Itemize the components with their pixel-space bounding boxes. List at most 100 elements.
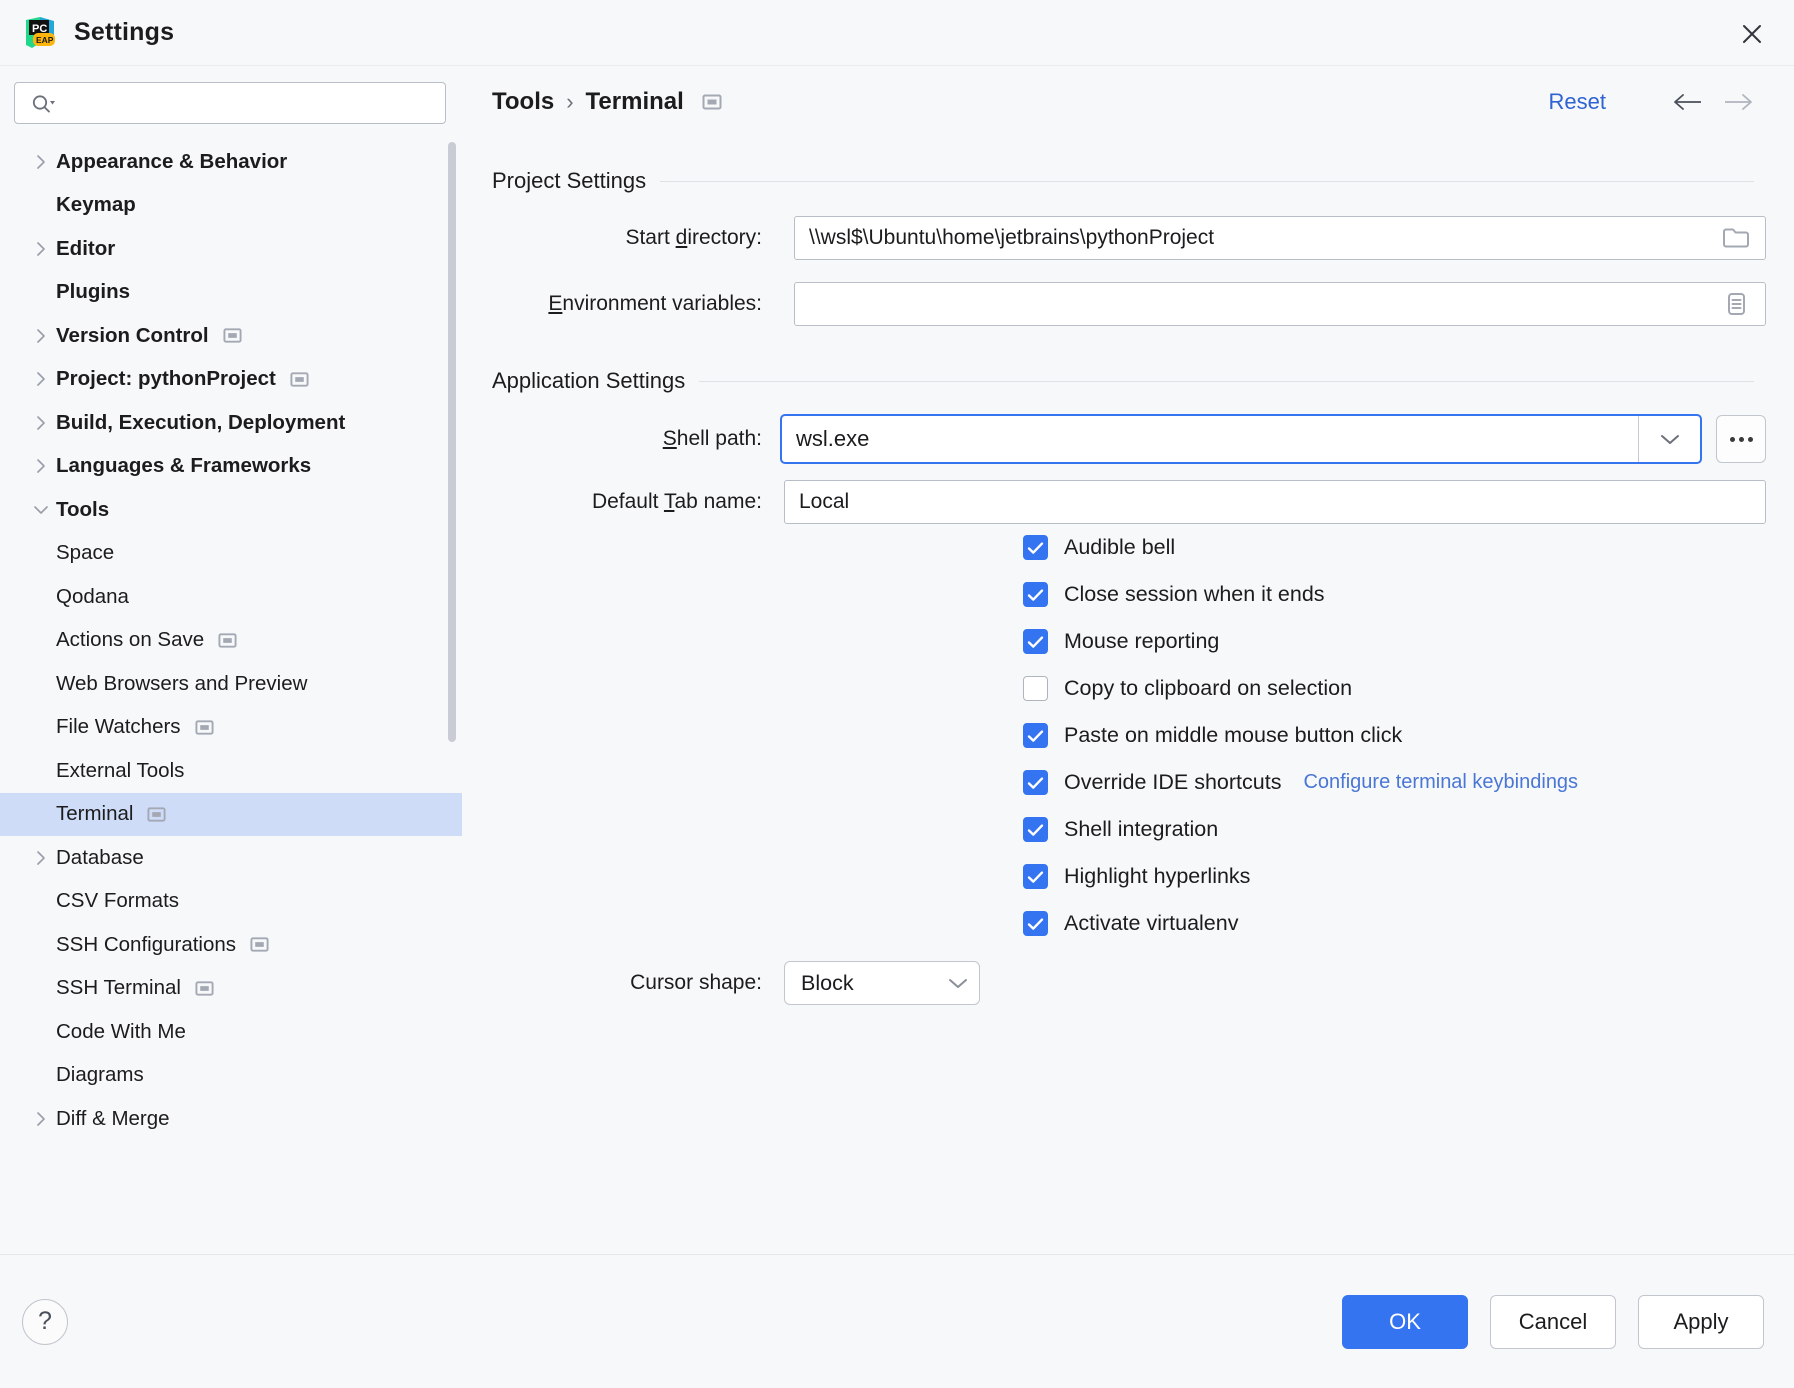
cursor-shape-value: Block (801, 970, 854, 995)
sidebar-item-plugins[interactable]: Plugins (0, 271, 462, 315)
cursor-shape-label: Cursor shape: (630, 971, 762, 994)
sidebar-item-editor[interactable]: Editor (0, 227, 462, 271)
sidebar-item-label: Version Control (56, 323, 209, 347)
checkbox-checked[interactable] (1023, 864, 1048, 889)
sidebar-item-diagrams[interactable]: Diagrams (0, 1054, 462, 1098)
cancel-button[interactable]: Cancel (1490, 1294, 1616, 1349)
checkbox-row-highlight-hyperlinks[interactable]: Highlight hyperlinks (492, 853, 1794, 900)
close-icon[interactable] (1732, 14, 1772, 54)
help-icon[interactable]: ? (22, 1298, 68, 1345)
chevron-right-icon[interactable] (26, 241, 56, 257)
sidebar-item-label: File Watchers (56, 715, 181, 739)
svg-text:EAP: EAP (36, 35, 54, 45)
sidebar-item-ssh-terminal[interactable]: SSH Terminal (0, 967, 462, 1011)
checkbox-row-shell-integration[interactable]: Shell integration (492, 806, 1794, 853)
sidebar-item-file-watchers[interactable]: File Watchers (0, 706, 462, 750)
shell-path-browse-button[interactable] (1716, 415, 1766, 463)
checkbox-checked[interactable] (1023, 535, 1048, 560)
checkbox-checked[interactable] (1023, 911, 1048, 936)
sidebar-item-actions-on-save[interactable]: Actions on Save (0, 619, 462, 663)
default-tab-name-field[interactable]: Local (784, 480, 1766, 524)
sidebar-item-project-pythonproject[interactable]: Project: pythonProject (0, 358, 462, 402)
sidebar-item-keymap[interactable]: Keymap (0, 184, 462, 228)
search-input[interactable] (31, 92, 445, 114)
folder-icon[interactable] (1721, 225, 1757, 251)
checkbox-label: Highlight hyperlinks (1064, 864, 1251, 888)
checkbox-unchecked[interactable] (1023, 676, 1048, 701)
project-scope-icon (223, 326, 242, 345)
start-directory-label: Start directory: (625, 226, 762, 249)
project-scope-icon (702, 92, 722, 112)
chevron-right-icon[interactable] (26, 328, 56, 344)
shell-path-value: wsl.exe (796, 426, 870, 451)
checkbox-checked[interactable] (1023, 629, 1048, 654)
sidebar-item-tools[interactable]: Tools (0, 488, 462, 532)
chevron-right-icon[interactable] (26, 154, 56, 170)
sidebar-item-qodana[interactable]: Qodana (0, 575, 462, 619)
cursor-shape-select[interactable]: Block (784, 961, 980, 1005)
checkbox-label: Override IDE shortcuts (1064, 770, 1282, 794)
start-directory-field[interactable]: \\wsl$\Ubuntu\home\jetbrains\pythonProje… (794, 216, 1766, 260)
settings-tree[interactable]: Appearance & Behavior Keymap Editor Plugins… (0, 134, 462, 1320)
sidebar-item-space[interactable]: Space (0, 532, 462, 576)
sidebar-item-label: Web Browsers and Preview (56, 671, 308, 695)
chevron-right-icon[interactable] (26, 850, 56, 866)
chevron-down-icon[interactable] (26, 502, 56, 518)
chevron-down-icon (947, 971, 969, 996)
sidebar-item-appearance-behavior[interactable]: Appearance & Behavior (0, 140, 462, 184)
checkbox-label: Paste on middle mouse button click (1064, 723, 1403, 747)
sidebar-item-build-execution-deployment[interactable]: Build, Execution, Deployment (0, 401, 462, 445)
checkbox-row-paste-on-middle-mouse-button-click[interactable]: Paste on middle mouse button click (492, 712, 1794, 759)
search-box[interactable] (14, 82, 446, 124)
project-scope-icon (218, 631, 237, 650)
environment-variables-field[interactable] (794, 282, 1766, 326)
environment-variables-label: Environment variables: (548, 292, 762, 315)
sidebar-item-csv-formats[interactable]: CSV Formats (0, 880, 462, 924)
checkbox-row-audible-bell[interactable]: Audible bell (492, 524, 1794, 571)
chevron-right-icon[interactable] (26, 458, 56, 474)
arrow-left-icon[interactable] (1666, 82, 1710, 122)
ellipsis-dot (1738, 436, 1744, 442)
sidebar-item-version-control[interactable]: Version Control (0, 314, 462, 358)
project-settings-title: Project Settings (492, 168, 647, 193)
sidebar-item-ssh-configurations[interactable]: SSH Configurations (0, 923, 462, 967)
sidebar-item-label: Actions on Save (56, 628, 205, 652)
checkbox-row-copy-to-clipboard-on-selection[interactable]: Copy to clipboard on selection (492, 665, 1794, 712)
checkbox-row-activate-virtualenv[interactable]: Activate virtualenv (492, 900, 1794, 947)
checkbox-checked[interactable] (1023, 723, 1048, 748)
sidebar-item-terminal[interactable]: Terminal (0, 792, 462, 836)
checkbox-checked[interactable] (1023, 770, 1048, 795)
start-directory-row: Start directory: \\wsl$\Ubuntu\home\jetb… (492, 216, 1794, 260)
chevron-right-icon[interactable] (26, 1111, 56, 1127)
breadcrumb-root[interactable]: Tools (492, 88, 554, 116)
sidebar-item-label: Build, Execution, Deployment (56, 410, 346, 434)
sidebar-item-database[interactable]: Database (0, 836, 462, 880)
sidebar-item-web-browsers-and-preview[interactable]: Web Browsers and Preview (0, 662, 462, 706)
shell-path-combobox[interactable]: wsl.exe (780, 414, 1702, 464)
sidebar-item-label: Languages & Frameworks (56, 454, 312, 478)
list-edit-icon[interactable] (1721, 290, 1757, 318)
chevron-right-icon[interactable] (26, 415, 56, 431)
sidebar-item-label: Code With Me (56, 1019, 186, 1043)
checkbox-checked[interactable] (1023, 582, 1048, 607)
ok-button[interactable]: OK (1342, 1294, 1468, 1349)
dialog-body: Appearance & Behavior Keymap Editor Plugins… (0, 66, 1794, 1320)
shell-path-label: Shell path: (662, 427, 762, 450)
sidebar-item-external-tools[interactable]: External Tools (0, 749, 462, 793)
checkbox-row-mouse-reporting[interactable]: Mouse reporting (492, 618, 1794, 665)
chevron-down-icon[interactable] (1638, 416, 1700, 462)
sidebar-item-code-with-me[interactable]: Code With Me (0, 1010, 462, 1054)
default-tab-name-value: Local (799, 490, 850, 513)
checkbox-label: Shell integration (1064, 817, 1219, 841)
dialog-footer: ? OK Cancel Apply (0, 1254, 1794, 1388)
checkbox-row-close-session-when-it-ends[interactable]: Close session when it ends (492, 571, 1794, 618)
checkbox-checked[interactable] (1023, 817, 1048, 842)
checkbox-row-override-ide-shortcuts[interactable]: Override IDE shortcuts Configure terminal… (492, 759, 1794, 806)
chevron-right-icon[interactable] (26, 371, 56, 387)
configure-terminal-keybindings-link[interactable]: Configure terminal keybindings (1303, 771, 1578, 794)
sidebar-item-languages-frameworks[interactable]: Languages & Frameworks (0, 445, 462, 489)
reset-link[interactable]: Reset (1549, 89, 1606, 115)
apply-button[interactable]: Apply (1638, 1294, 1764, 1349)
sidebar-item-label: SSH Configurations (56, 932, 237, 956)
sidebar-item-diff-merge[interactable]: Diff & Merge (0, 1097, 462, 1141)
